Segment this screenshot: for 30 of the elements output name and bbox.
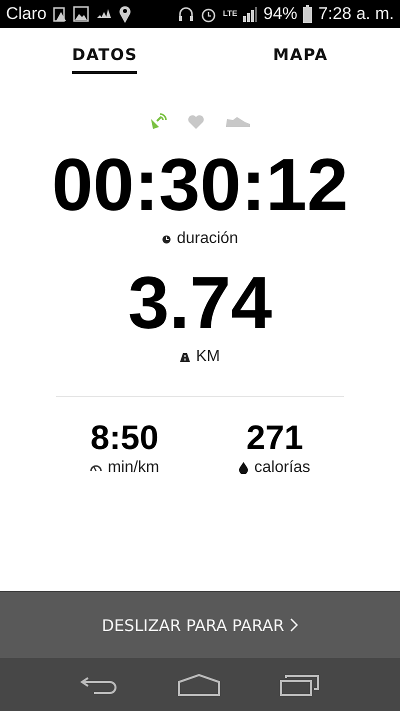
tab[interactable]: DATOS [72, 44, 138, 74]
location-pin-icon [118, 5, 131, 23]
satellite-dish-icon [149, 113, 167, 131]
stat-label: min/km [108, 459, 160, 477]
carrier-name: Claro [6, 4, 47, 24]
slide-to-stop-button[interactable]: DESLIZAR PARA PARAR [0, 591, 400, 658]
recent-apps-button[interactable] [280, 674, 320, 696]
stat-value: 271 [246, 421, 304, 455]
signal-icon [243, 6, 258, 22]
stat-label: calorías [254, 459, 310, 477]
distance-value: 3.74 [128, 266, 272, 340]
road-icon [180, 352, 190, 362]
clock-time: 7:28 a. m. [318, 4, 394, 24]
duration-value: 00:30:12 [52, 148, 348, 222]
drop-icon [239, 462, 248, 474]
tab[interactable]: MAPA [273, 44, 328, 74]
headphones-icon [178, 6, 194, 22]
heart-icon [187, 114, 205, 130]
home-button[interactable] [178, 674, 220, 696]
image-icon [72, 6, 89, 22]
stat-value: 8:50 [90, 421, 159, 455]
battery-percent: 94% [263, 4, 298, 24]
speedometer-icon [90, 464, 102, 472]
chevron-right-icon [290, 618, 298, 632]
stopwatch-icon [162, 234, 171, 244]
duration-label: duración [176, 230, 238, 248]
distance-unit: KM [196, 348, 220, 366]
shoe-icon [225, 116, 251, 128]
network-type: LTE [222, 10, 238, 18]
battery-icon [303, 5, 312, 23]
